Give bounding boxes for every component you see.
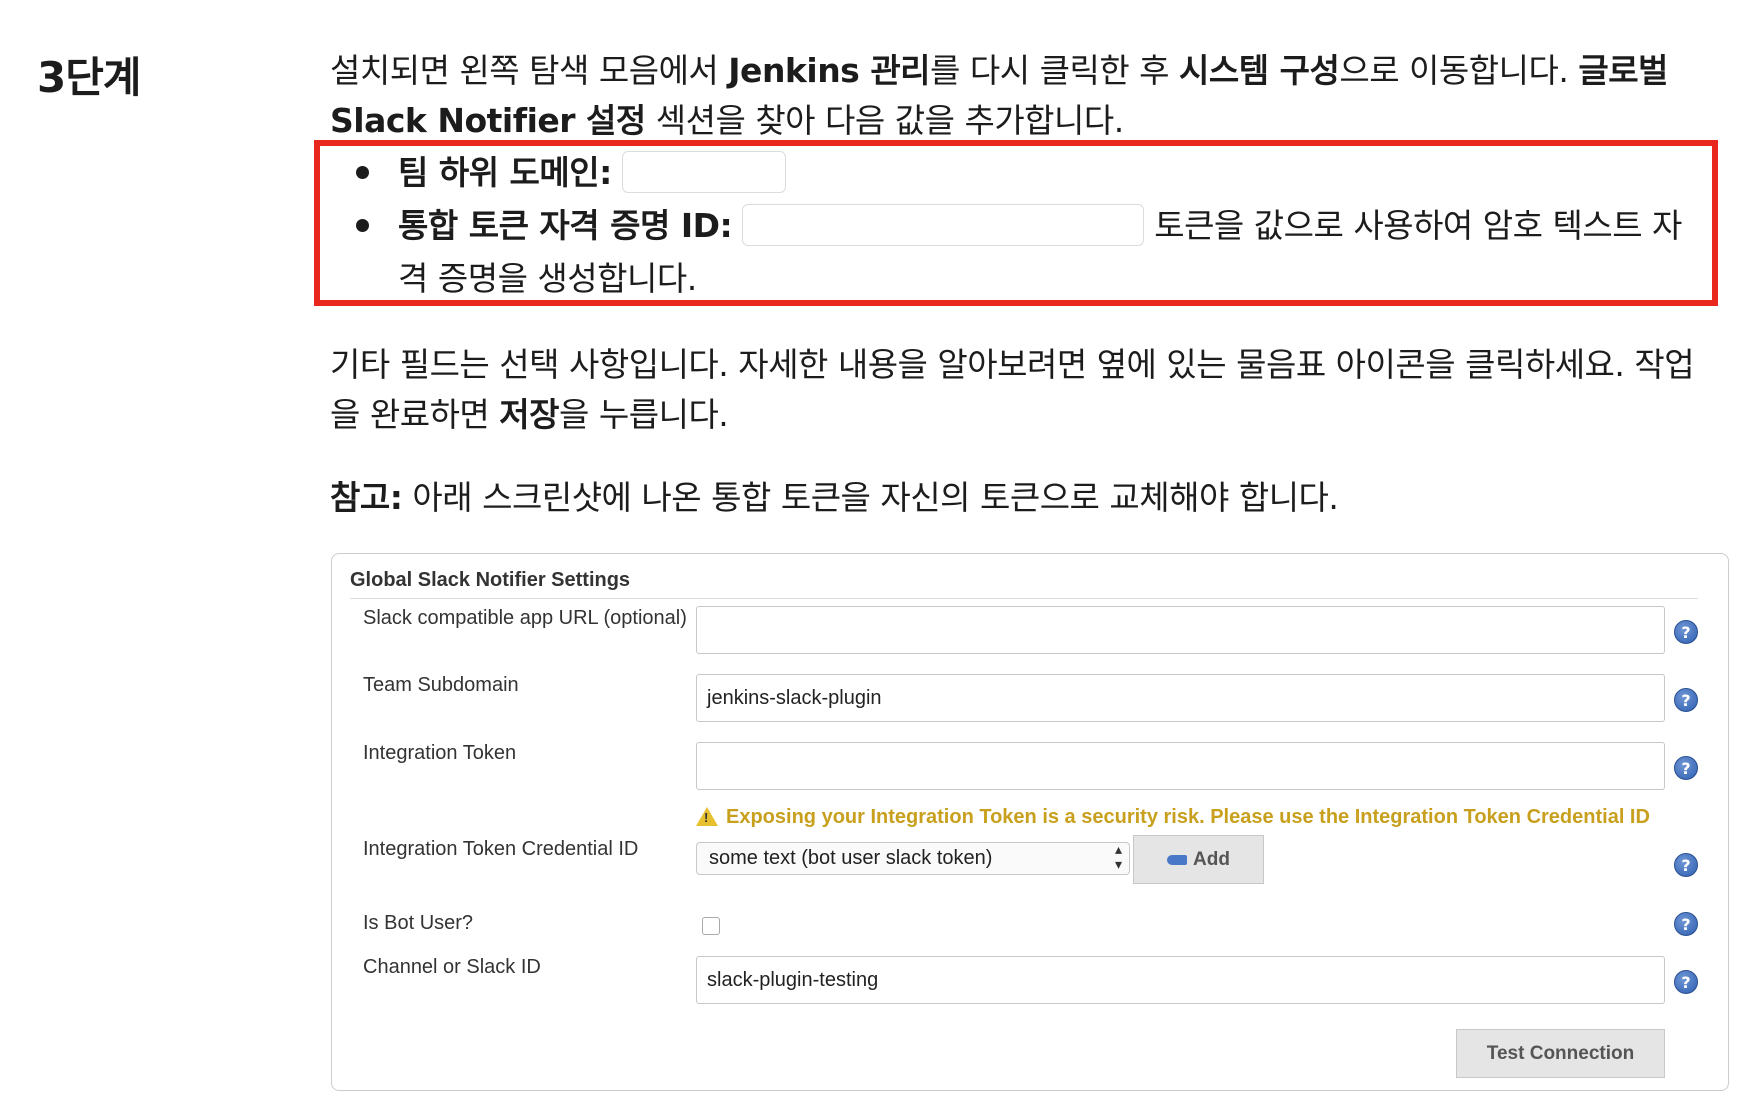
intro-text-1: 설치되면 왼쪽 탐색 모음에서 [330, 51, 729, 90]
warning-icon: ! [696, 807, 718, 826]
security-warning: ! Exposing your Integration Token is a se… [696, 804, 1650, 829]
security-warning-text: Exposing your Integration Token is a sec… [726, 806, 1650, 828]
bullet-credential-id: 통합 토큰 자격 증명 ID: 토큰을 값으로 사용하여 암호 텍스트 자격 증… [356, 199, 1711, 305]
bullet-credential-id-label: 통합 토큰 자격 증명 ID: [398, 206, 733, 245]
settings-bullet-list: 팀 하위 도메인: 통합 토큰 자격 증명 ID: 토큰을 값으로 사용하여 암… [356, 146, 1711, 305]
note-paragraph: 참고: 아래 스크린샷에 나온 통합 토큰을 자신의 토큰으로 교체해야 합니다… [330, 473, 1720, 523]
panel-divider [350, 598, 1698, 599]
optional-fields-paragraph: 기타 필드는 선택 사항입니다. 자세한 내용을 알아보려면 옆에 있는 물음표… [330, 340, 1720, 440]
intro-text-4: 섹션을 찾아 다음 값을 추가합니다. [645, 101, 1124, 140]
credential-id-selected: some text (bot user slack token) [709, 847, 993, 869]
intro-bold-jenkins-manage: Jenkins 관리 [728, 51, 931, 90]
team-subdomain-input[interactable]: jenkins-slack-plugin [696, 674, 1665, 722]
jenkins-slack-settings-panel: Global Slack Notifier Settings Slack com… [331, 553, 1729, 1091]
intro-text-2: 를 다시 클릭한 후 [930, 51, 1180, 90]
intro-text-3: 으로 이동합니다. [1339, 51, 1579, 90]
note-text: 아래 스크린샷에 나온 통합 토큰을 자신의 토큰으로 교체해야 합니다. [402, 478, 1339, 517]
integration-token-input[interactable] [696, 742, 1665, 790]
help-icon[interactable]: ? [1674, 688, 1698, 712]
help-icon[interactable]: ? [1674, 853, 1698, 877]
help-icon[interactable]: ? [1674, 620, 1698, 644]
panel-title: Global Slack Notifier Settings [350, 569, 631, 591]
bullet-team-subdomain-label: 팀 하위 도메인: [398, 153, 612, 192]
bot-user-checkbox[interactable] [702, 917, 720, 935]
intro-paragraph: 설치되면 왼쪽 탐색 모음에서 Jenkins 관리를 다시 클릭한 후 시스템… [330, 46, 1720, 146]
channel-label: Channel or Slack ID [363, 956, 541, 978]
credential-id-select[interactable]: some text (bot user slack token) ▴ ▾ [696, 842, 1130, 875]
channel-input[interactable]: slack-plugin-testing [696, 956, 1665, 1004]
credential-id-label: Integration Token Credential ID [363, 838, 639, 860]
redacted-credential-field [742, 203, 1145, 246]
note-label: 참고: [330, 478, 403, 517]
team-subdomain-label: Team Subdomain [363, 674, 519, 696]
step-title: 3단계 [37, 53, 142, 102]
add-credential-button[interactable]: Add [1133, 835, 1264, 884]
help-icon[interactable]: ? [1674, 756, 1698, 780]
app-url-input[interactable] [696, 606, 1665, 654]
redacted-subdomain-field [621, 150, 786, 193]
integration-token-label: Integration Token [363, 742, 517, 764]
key-icon [1167, 854, 1188, 865]
para2-text-2: 을 누릅니다. [559, 395, 729, 434]
para2-bold-save: 저장 [499, 395, 560, 434]
app-url-label: Slack compatible app URL (optional) [363, 607, 687, 629]
help-icon[interactable]: ? [1674, 912, 1698, 936]
bot-user-label: Is Bot User? [363, 912, 474, 934]
intro-bold-system-config: 시스템 구성 [1179, 51, 1340, 90]
test-connection-button[interactable]: Test Connection [1456, 1029, 1665, 1078]
help-icon[interactable]: ? [1674, 970, 1698, 994]
bullet-team-subdomain: 팀 하위 도메인: [356, 146, 1711, 199]
select-arrows-icon: ▴ ▾ [1114, 841, 1122, 872]
add-button-label: Add [1193, 849, 1230, 870]
